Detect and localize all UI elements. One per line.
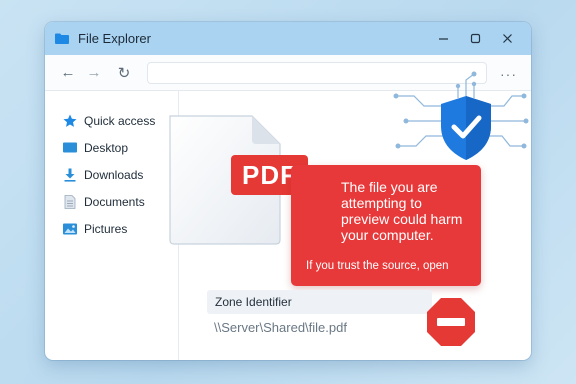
sidebar-item-label: Desktop	[84, 140, 129, 155]
maximize-icon	[470, 33, 480, 44]
back-button[interactable]: ←	[55, 60, 81, 86]
close-icon	[502, 34, 512, 43]
security-shield-icon	[393, 71, 529, 160]
warning-message: The file you are attempting to preview c…	[341, 179, 463, 243]
window-title: File Explorer	[78, 31, 151, 46]
zone-identifier-label: Zone Identifier	[215, 295, 292, 309]
sidebar-item-quick-access[interactable]: Quick access	[45, 107, 178, 134]
picture-icon	[63, 222, 77, 236]
trust-source-message[interactable]: If you trust the source, open	[306, 260, 449, 272]
file-path: \\Server\Shared\file.pdf	[214, 320, 347, 335]
sidebar-item-documents[interactable]: Documents	[45, 188, 178, 215]
forward-arrow-icon: →	[86, 64, 102, 81]
star-icon	[63, 114, 77, 128]
sidebar-item-label: Documents	[84, 194, 145, 209]
sidebar-item-desktop[interactable]: Desktop	[45, 134, 178, 161]
forward-button[interactable]: →	[81, 60, 107, 86]
sidebar-item-label: Quick access	[84, 113, 156, 128]
back-arrow-icon: ←	[60, 64, 76, 81]
maximize-button[interactable]	[459, 22, 491, 55]
sidebar-item-pictures[interactable]: Pictures	[45, 215, 178, 242]
sidebar-item-label: Downloads	[84, 167, 144, 182]
sidebar-item-label: Pictures	[84, 221, 128, 236]
navigation-sidebar: Quick access Desktop Downloads Documents…	[45, 91, 179, 360]
refresh-button[interactable]: ↻	[111, 60, 137, 86]
minimize-button[interactable]	[427, 22, 459, 55]
desktop-icon	[63, 141, 77, 155]
blocked-stop-icon	[427, 298, 475, 346]
document-icon	[63, 194, 77, 209]
harmful-file-warning: The file you are attempting to preview c…	[291, 165, 481, 286]
refresh-icon: ↻	[117, 64, 131, 82]
folder-icon	[55, 33, 69, 44]
minimize-icon	[438, 38, 448, 40]
download-icon	[63, 168, 77, 182]
zone-identifier-field: Zone Identifier	[207, 290, 432, 314]
title-bar[interactable]: File Explorer	[45, 22, 531, 55]
sidebar-item-downloads[interactable]: Downloads	[45, 161, 178, 188]
close-button[interactable]	[491, 22, 523, 55]
